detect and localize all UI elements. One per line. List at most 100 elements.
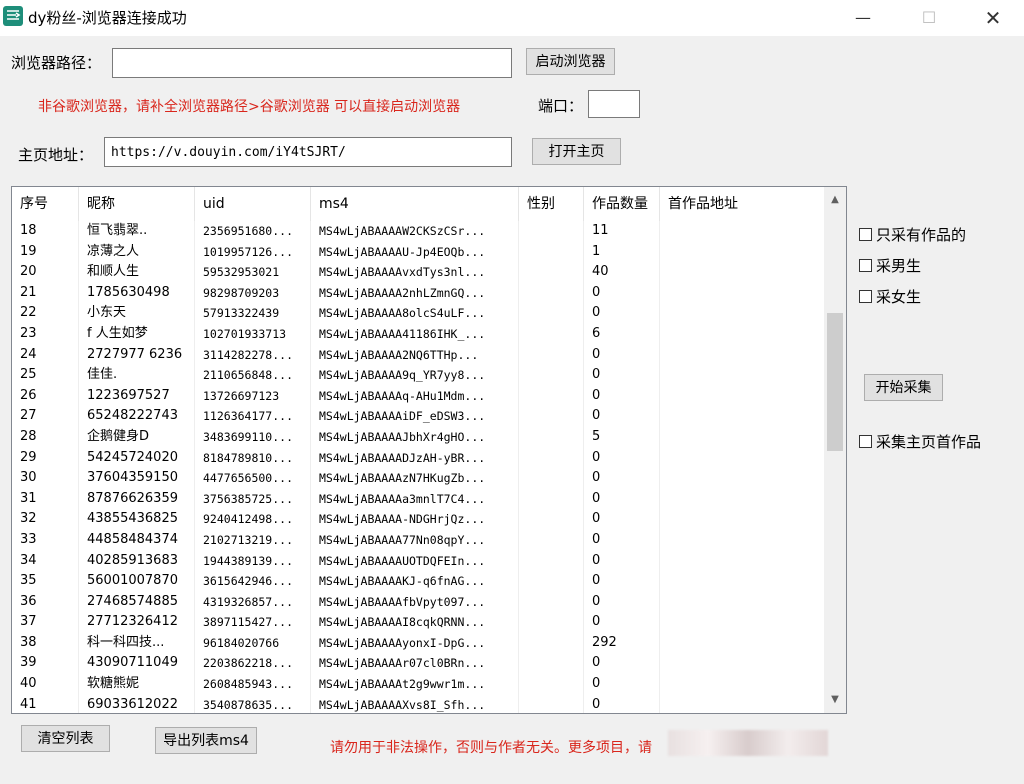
cell-uid: 1019957126... bbox=[195, 241, 311, 263]
cell-ms4: MS4wLjABAAAAiDF_eDSW3... bbox=[311, 406, 519, 427]
table-row[interactable]: 29 54245724020 8184789810... MS4wLjABAAAADJ… bbox=[12, 447, 824, 469]
cell-uid: 3756385725... bbox=[195, 488, 311, 510]
table-row[interactable]: 26 1223697527 13726697123 MS4wLjABAAAAq-AHu… bbox=[12, 385, 824, 407]
cell-ms4: MS4wLjABAAAAyonxI-DpG... bbox=[311, 632, 519, 654]
cell-ms4: MS4wLjABAAAAKJ-q6fnAG... bbox=[311, 571, 519, 592]
cell-nickname: 和顺人生 bbox=[79, 262, 195, 283]
export-list-button[interactable]: 导出列表ms4 bbox=[155, 727, 257, 754]
table-row[interactable]: 39 43090711049 2203862218... MS4wLjABAAAAr0… bbox=[12, 653, 824, 675]
cell-first-work-url bbox=[660, 324, 824, 345]
cell-nickname: 小东天 bbox=[79, 303, 195, 324]
homepage-url-input[interactable] bbox=[104, 137, 512, 167]
table-row[interactable]: 28 企鹅健身D 3483699110... MS4wLjABAAAAJbhXr4gH… bbox=[12, 426, 824, 448]
cell-first-work-url bbox=[660, 242, 824, 263]
table-row[interactable]: 21 1785630498 98298709203 MS4wLjABAAAA2nhLZ… bbox=[12, 282, 824, 304]
cell-uid: 9240412498... bbox=[195, 509, 311, 530]
scroll-up-icon[interactable]: ▲ bbox=[824, 189, 846, 211]
column-header-ms4[interactable]: ms4 bbox=[311, 187, 519, 221]
table-row[interactable]: 33 44858484374 2102713219... MS4wLjABAAAA77… bbox=[12, 529, 824, 551]
checkbox-box[interactable] bbox=[859, 290, 872, 303]
table-row[interactable]: 31 87876626359 3756385725... MS4wLjABAAAAa3… bbox=[12, 488, 824, 510]
table-row[interactable]: 24 2727977 6236 3114282278... MS4wLjABAAAA2… bbox=[12, 344, 824, 366]
cell-first-work-url bbox=[660, 489, 824, 510]
cell-first-work-url bbox=[660, 303, 824, 324]
browser-path-input[interactable] bbox=[112, 48, 512, 78]
cell-uid: 57913322439 bbox=[195, 303, 311, 324]
cell-nickname: 1223697527 bbox=[79, 385, 195, 407]
cell-uid: 4477656500... bbox=[195, 468, 311, 489]
cell-ms4: MS4wLjABAAAAa3mnlT7C4... bbox=[311, 488, 519, 510]
cell-index: 21 bbox=[12, 282, 79, 304]
clear-list-button[interactable]: 清空列表 bbox=[21, 725, 110, 752]
start-collect-button[interactable]: 开始采集 bbox=[864, 374, 943, 401]
table-row[interactable]: 27 65248222743 1126364177... MS4wLjABAAAAiD… bbox=[12, 406, 824, 427]
checkbox-box[interactable] bbox=[859, 228, 872, 241]
table-body: 18 恒飞翡翠.. 2356951680... MS4wLjABAAAAW2CKSzC… bbox=[12, 221, 824, 713]
cell-works-count: 0 bbox=[584, 694, 660, 713]
cell-nickname: 40285913683 bbox=[79, 550, 195, 572]
table-row[interactable]: 40 软糖熊妮 2608485943... MS4wLjABAAAAt2g9wwr1m… bbox=[12, 674, 824, 695]
port-input[interactable] bbox=[588, 90, 640, 118]
scroll-down-icon[interactable]: ▼ bbox=[824, 689, 846, 711]
table-vertical-scrollbar[interactable]: ▲ ▼ bbox=[824, 187, 846, 713]
cell-first-work-url bbox=[660, 221, 824, 242]
cell-gender bbox=[519, 653, 584, 675]
cell-index: 20 bbox=[12, 262, 79, 283]
table-row[interactable]: 38 科一科四技... 96184020766 MS4wLjABAAAAyonxI-D… bbox=[12, 632, 824, 654]
table-row[interactable]: 30 37604359150 4477656500... MS4wLjABAAAAzN… bbox=[12, 468, 824, 489]
cell-first-work-url bbox=[660, 530, 824, 551]
checkbox-box[interactable] bbox=[859, 435, 872, 448]
table-row[interactable]: 32 43855436825 9240412498... MS4wLjABAAAA-N… bbox=[12, 509, 824, 530]
cell-uid: 13726697123 bbox=[195, 385, 311, 407]
cell-ms4: MS4wLjABAAAAt2g9wwr1m... bbox=[311, 674, 519, 695]
cell-nickname: 科一科四技... bbox=[79, 632, 195, 654]
cell-gender bbox=[519, 694, 584, 713]
fans-table[interactable]: 序号 昵称 uid ms4 性别 作品数量 首作品地址 18 恒飞翡翠.. 2356… bbox=[11, 186, 847, 714]
collect-male-checkbox[interactable]: 采男生 bbox=[859, 255, 921, 276]
cell-gender bbox=[519, 612, 584, 633]
cell-gender bbox=[519, 365, 584, 386]
column-header-works-count[interactable]: 作品数量 bbox=[584, 187, 660, 221]
cell-gender bbox=[519, 406, 584, 427]
table-row[interactable]: 25 佳佳. 2110656848... MS4wLjABAAAA9q_YR7yy8.… bbox=[12, 365, 824, 386]
cell-index: 23 bbox=[12, 323, 79, 345]
table-row[interactable]: 18 恒飞翡翠.. 2356951680... MS4wLjABAAAAW2CKSzC… bbox=[12, 221, 824, 242]
cell-ms4: MS4wLjABAAAA-NDGHrjQz... bbox=[311, 509, 519, 530]
table-row[interactable]: 37 27712326412 3897115427... MS4wLjABAAAAI8… bbox=[12, 612, 824, 633]
minimize-button[interactable]: — bbox=[840, 0, 886, 36]
cell-index: 26 bbox=[12, 385, 79, 407]
cell-first-work-url bbox=[660, 262, 824, 283]
cell-ms4: MS4wLjABAAAA9q_YR7yy8... bbox=[311, 365, 519, 386]
table-row[interactable]: 36 27468574885 4319326857... MS4wLjABAAAAfb… bbox=[12, 591, 824, 613]
table-row[interactable]: 22 小东天 57913322439 MS4wLjABAAAA8olcS4uLF...… bbox=[12, 303, 824, 324]
cell-first-work-url bbox=[660, 674, 824, 695]
close-button[interactable]: ✕ bbox=[970, 0, 1016, 36]
scrollbar-thumb[interactable] bbox=[827, 313, 843, 451]
cell-index: 41 bbox=[12, 694, 79, 713]
maximize-button[interactable]: ☐ bbox=[906, 0, 952, 36]
column-header-gender[interactable]: 性别 bbox=[519, 187, 584, 221]
table-row[interactable]: 35 56001007870 3615642946... MS4wLjABAAAAKJ… bbox=[12, 571, 824, 592]
column-header-nickname[interactable]: 昵称 bbox=[79, 187, 195, 221]
cell-nickname: 恒飞翡翠.. bbox=[79, 221, 195, 242]
launch-browser-button[interactable]: 启动浏览器 bbox=[526, 48, 615, 75]
cell-nickname: 企鹅健身D bbox=[79, 426, 195, 448]
table-row[interactable]: 23 f 人生如梦 102701933713 MS4wLjABAAAA41186IHK… bbox=[12, 323, 824, 345]
column-header-index[interactable]: 序号 bbox=[12, 187, 79, 221]
table-row[interactable]: 19 凉薄之人 1019957126... MS4wLjABAAAAU-Jp4EOQb… bbox=[12, 241, 824, 263]
only-with-works-checkbox[interactable]: 只采有作品的 bbox=[859, 224, 966, 245]
cell-index: 34 bbox=[12, 550, 79, 572]
cell-ms4: MS4wLjABAAAAXvs8I_Sfh... bbox=[311, 694, 519, 713]
cell-works-count: 0 bbox=[584, 282, 660, 304]
table-row[interactable]: 41 69033612022 3540878635... MS4wLjABAAAAXv… bbox=[12, 694, 824, 713]
checkbox-box[interactable] bbox=[859, 259, 872, 272]
column-header-first-work-url[interactable]: 首作品地址 bbox=[660, 187, 824, 221]
collect-female-checkbox[interactable]: 采女生 bbox=[859, 286, 921, 307]
table-row[interactable]: 34 40285913683 1944389139... MS4wLjABAAAAUO… bbox=[12, 550, 824, 572]
open-homepage-button[interactable]: 打开主页 bbox=[532, 138, 621, 165]
table-row[interactable]: 20 和顺人生 59532953021 MS4wLjABAAAAvxdTys3nl..… bbox=[12, 262, 824, 283]
collect-homepage-first-checkbox[interactable]: 采集主页首作品 bbox=[859, 431, 981, 452]
cell-uid: 59532953021 bbox=[195, 262, 311, 283]
cell-gender bbox=[519, 344, 584, 366]
column-header-uid[interactable]: uid bbox=[195, 187, 311, 221]
